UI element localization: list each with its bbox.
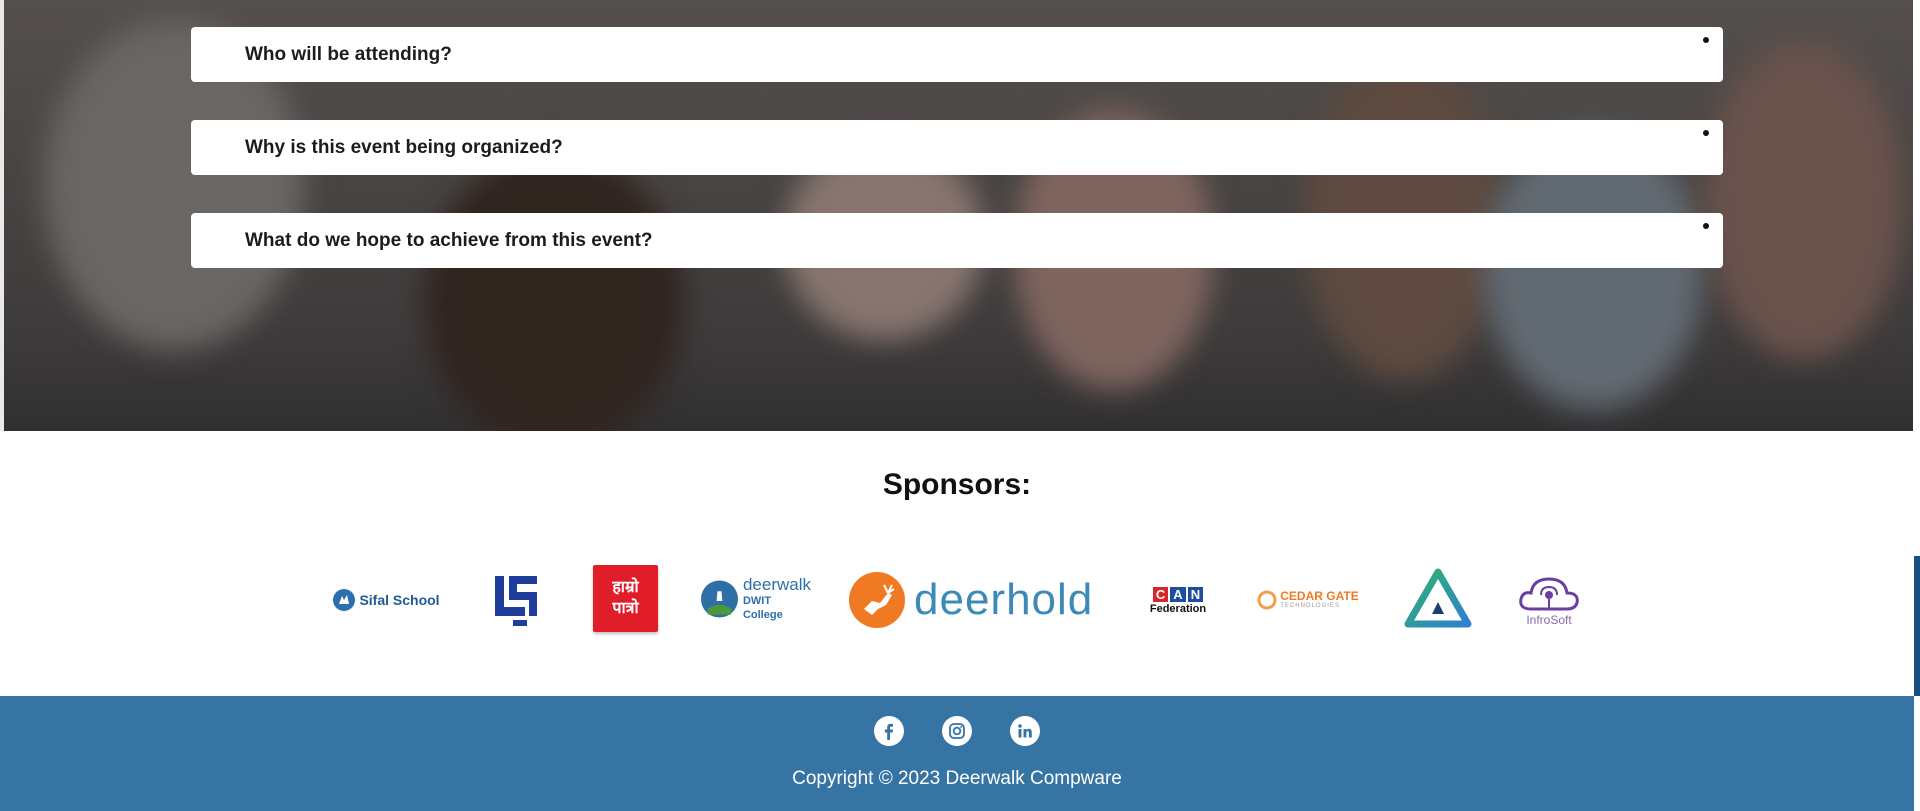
sponsor-logo-infrosoft[interactable]: InfroSoft <box>1514 570 1584 630</box>
sponsor-logo-text: InfroSoft <box>1526 613 1572 627</box>
instagram-link[interactable] <box>942 716 972 746</box>
faq-item-achieve[interactable]: What do we hope to achieve from this eve… <box>191 213 1723 268</box>
facebook-icon <box>884 723 893 740</box>
sponsor-logo-text: DWIT College <box>742 595 783 621</box>
expand-icon[interactable] <box>1703 37 1709 43</box>
sponsor-logo-deerhold[interactable]: deerhold <box>848 570 1104 630</box>
expand-icon[interactable] <box>1703 130 1709 136</box>
sponsor-logo-text: deerwalk <box>742 575 811 594</box>
scrollbar-thumb[interactable] <box>1914 556 1920 696</box>
sponsor-logo-text: TECHNOLOGIES <box>1280 603 1340 609</box>
sponsor-logo-text: deerhold <box>914 575 1094 624</box>
sponsor-logo-ls[interactable] <box>493 574 539 628</box>
copyright-text: Copyright © 2023 Deerwalk Compware <box>792 768 1122 789</box>
linkedin-link[interactable] <box>1010 716 1040 746</box>
sponsor-logo-text: हाम्रो <box>612 578 639 596</box>
expand-icon[interactable] <box>1703 223 1709 229</box>
infrosoft-cloud-icon <box>1519 577 1579 611</box>
sponsors-heading: Sponsors: <box>882 468 1032 501</box>
deerwalk-emblem <box>700 580 738 618</box>
cedar-gate-ring-icon <box>1257 590 1277 610</box>
sponsor-logo-hamro-patro[interactable]: हाम्रो पात्रो <box>593 565 658 632</box>
sponsor-logo-text: Sifal School <box>359 592 440 608</box>
facebook-link[interactable] <box>874 716 904 746</box>
faq-item-attending[interactable]: Who will be attending? <box>191 27 1723 82</box>
sponsor-logo-text: Federation <box>1149 602 1207 615</box>
sponsor-logo-can-federation[interactable]: C A N Federation <box>1143 583 1213 619</box>
faq-item-why-organized[interactable]: Why is this event being organized? <box>191 120 1723 175</box>
sponsor-logo-triangle[interactable] <box>1403 567 1473 629</box>
instagram-icon <box>949 723 965 739</box>
sifal-school-emblem <box>333 589 356 611</box>
faq-question: Why is this event being organized? <box>245 136 563 158</box>
sponsor-logo-cedar-gate[interactable]: CEDAR GATE TECHNOLOGIES <box>1256 588 1360 612</box>
sponsor-logo-sifal-school[interactable]: Sifal School <box>332 586 440 614</box>
sponsor-logo-deerwalk-dwit[interactable]: deerwalk DWIT College <box>700 575 812 621</box>
can-letter-blocks: C A N <box>1152 586 1204 602</box>
faq-question: What do we hope to achieve from this eve… <box>245 229 653 251</box>
deerhold-deer-icon <box>849 572 905 628</box>
site-footer <box>0 696 1914 811</box>
sponsor-logo-text: CEDAR GATE <box>1280 589 1359 603</box>
sponsor-logo-text: पात्रो <box>612 599 639 617</box>
linkedin-icon <box>1018 724 1032 738</box>
triangle-logo-icon <box>1404 568 1472 628</box>
faq-question: Who will be attending? <box>245 43 452 65</box>
scrollbar-track[interactable] <box>1913 0 1920 811</box>
ls-monogram-icon <box>495 576 537 626</box>
